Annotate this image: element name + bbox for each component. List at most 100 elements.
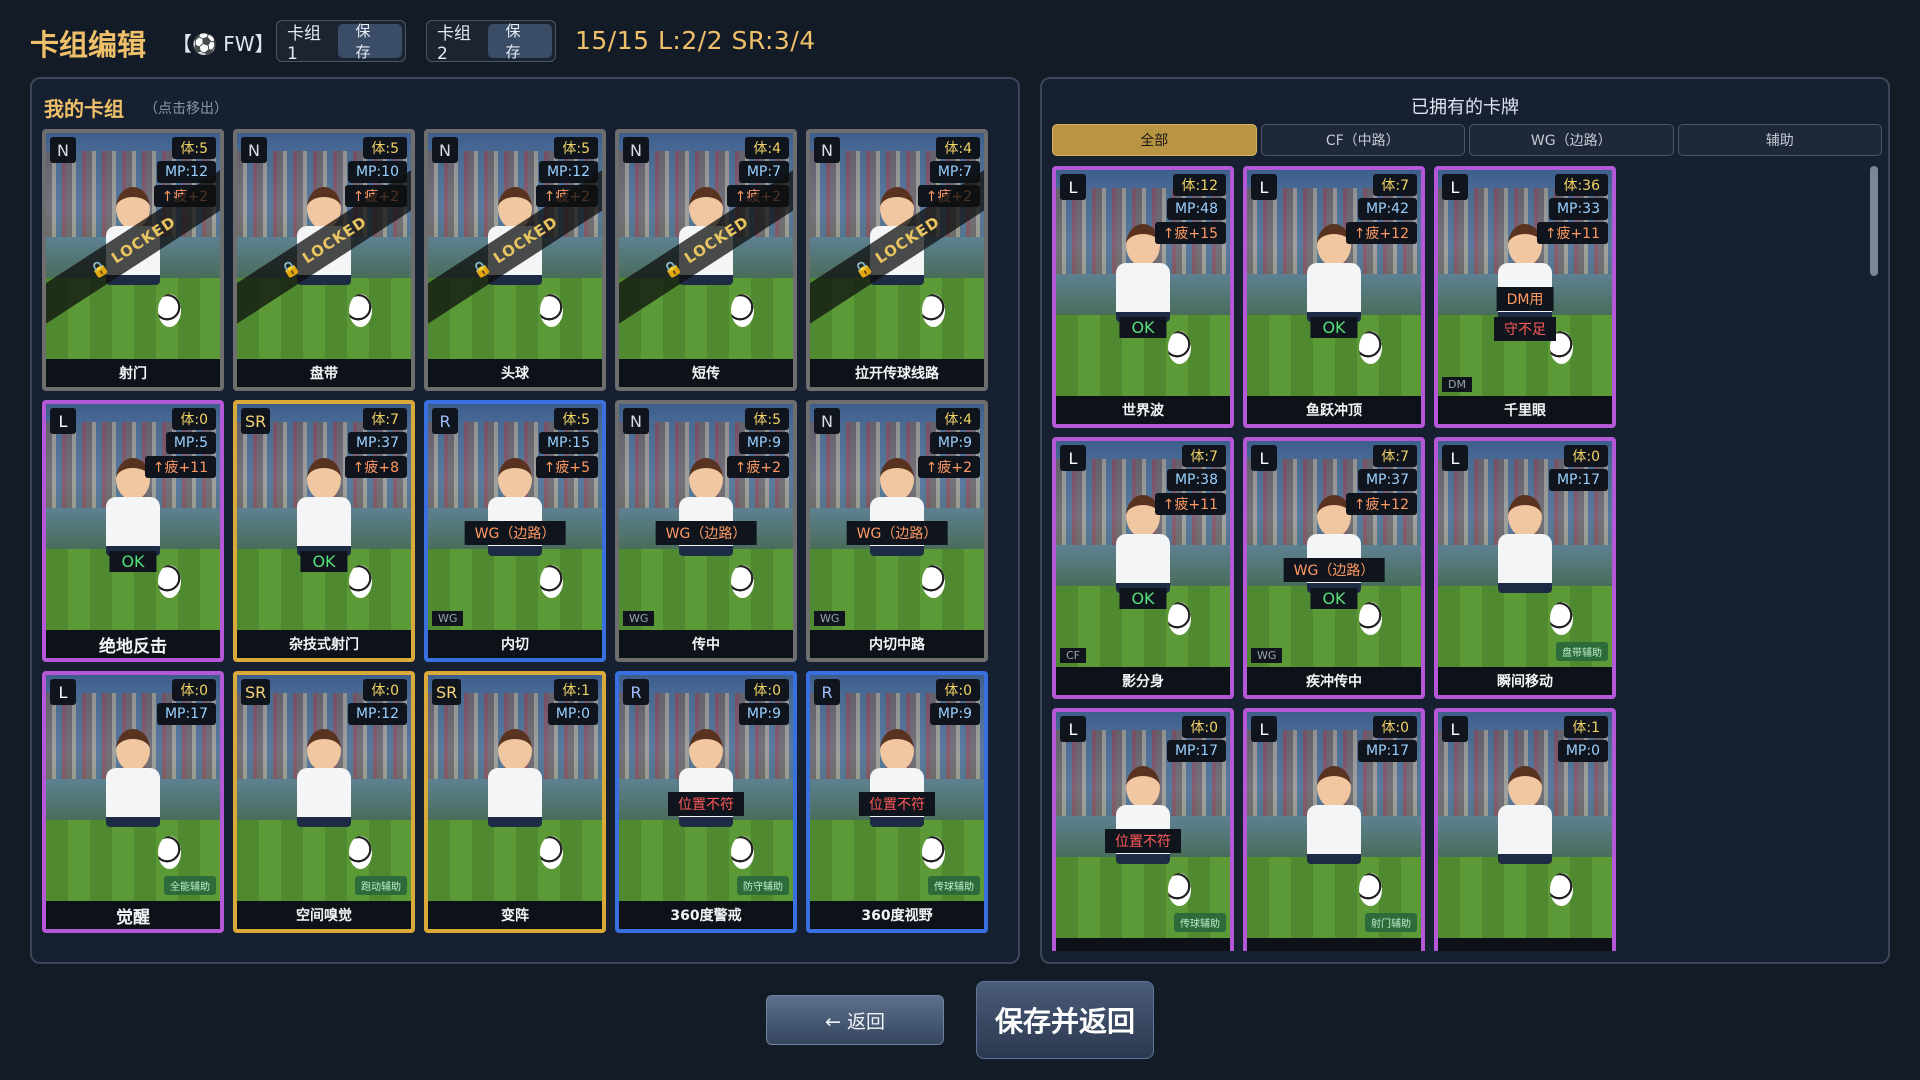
card[interactable]: SR 体:1 MP:0 变阵 (424, 671, 606, 933)
card[interactable]: L 体:0 MP:5 ↑疲+11 OK 绝地反击 (42, 400, 224, 662)
player-head (116, 729, 150, 772)
owned-scrollbar[interactable] (1870, 166, 1878, 276)
card[interactable]: N体:4MP:7↑疲+2🔒 LOCKED短传 (615, 129, 797, 391)
card-name: 杂技式射门 (237, 630, 411, 658)
rarity-badge: L (50, 679, 76, 705)
owned-filter-tabs: 全部 CF（中路） WG（边路） 辅助 (1052, 124, 1882, 156)
fatigue-stat: ↑疲+12 (1345, 222, 1417, 244)
deck-slot-2-label[interactable]: 卡组2 (437, 19, 480, 64)
card[interactable]: SR 体:7 MP:37 ↑疲+8 OK 杂技式射门 (233, 400, 415, 662)
support-badge: 跑动辅助 (355, 876, 407, 895)
card[interactable]: L 体:1 MP:0 (1434, 708, 1616, 951)
my-deck-hint: （点击移出） (144, 101, 228, 117)
card-name: 传中 (619, 630, 793, 658)
fatigue-stat: ↑疲+5 (535, 456, 598, 478)
mp-stat: MP:17 (1166, 740, 1226, 762)
my-deck-title: 我的卡组 (44, 97, 124, 121)
card-name: 盘带 (237, 359, 411, 387)
tab-wg[interactable]: WG（边路） (1469, 124, 1674, 156)
card-name: 觉醒 (46, 901, 220, 929)
card[interactable]: L 体:0 MP:17 全能辅助 觉醒 (42, 671, 224, 933)
card-name: 世界波 (1056, 396, 1230, 424)
card[interactable]: N体:5MP:12↑疲+2🔒 LOCKED射门 (42, 129, 224, 391)
ok-badge: OK (109, 551, 157, 573)
stamina-stat: 体:12 (1173, 174, 1226, 196)
mp-stat: MP:38 (1166, 469, 1226, 491)
card[interactable]: L 体:0 MP:17 盘带辅助 瞬间移动 (1434, 437, 1616, 699)
player-illustration (1483, 495, 1574, 636)
card-name: 瞬间移动 (1438, 667, 1612, 695)
card-name: 内切 (428, 630, 602, 658)
card[interactable]: L 体:12 MP:48 ↑疲+15 OK 世界波 (1052, 166, 1234, 428)
rarity-badge: L (1442, 445, 1468, 471)
deck-slot-2-save-button[interactable]: 保存 (487, 22, 552, 61)
support-badge: 传球辅助 (928, 876, 980, 895)
support-badge: 盘带辅助 (1556, 642, 1608, 661)
player-head (689, 458, 723, 501)
deck-slot-2: 卡组2 保存 (426, 19, 556, 64)
deck-slot-1-save-button[interactable]: 保存 (337, 22, 402, 61)
card-name: 短传 (619, 359, 793, 387)
card[interactable]: L 体:36 MP:33 ↑疲+11 DM用 守不足 DM 千里眼 (1434, 166, 1616, 428)
position-badge: DM (1442, 377, 1472, 392)
stamina-stat: 体:4 (745, 137, 789, 159)
deck-slot-1-label[interactable]: 卡组1 (287, 19, 330, 64)
card[interactable]: N 体:5 MP:9 ↑疲+2 WG（边路） WG 传中 (615, 400, 797, 662)
tab-all[interactable]: 全部 (1052, 124, 1257, 156)
save-and-return-button[interactable]: 保存并返回 (976, 981, 1154, 1059)
warning-tag: 守不足 (1494, 317, 1556, 342)
card[interactable]: L 体:0 MP:17 位置不符 传球辅助 (1052, 708, 1234, 951)
card[interactable]: N体:5MP:10↑疲+2🔒 LOCKED盘带 (233, 129, 415, 391)
card[interactable]: N体:4MP:7↑疲+2🔒 LOCKED拉开传球线路 (806, 129, 988, 391)
card[interactable]: R 体:0 MP:9 位置不符 防守辅助 360度警戒 (615, 671, 797, 933)
tab-support[interactable]: 辅助 (1677, 124, 1882, 156)
fatigue-stat: ↑疲+11 (1536, 222, 1608, 244)
ok-badge: OK (1310, 588, 1358, 610)
card[interactable]: L 体:0 MP:17 射门辅助 (1243, 708, 1425, 951)
position-label: 【⚽ FW】 (172, 32, 275, 56)
mp-stat: MP:17 (1357, 740, 1417, 762)
player-body (488, 768, 542, 828)
player-head (307, 458, 341, 501)
stamina-stat: 体:1 (1564, 716, 1608, 738)
stamina-stat: 体:0 (363, 679, 407, 701)
owned-cards-title: 已拥有的卡牌 (1411, 97, 1519, 118)
mp-stat: MP:12 (347, 703, 407, 725)
stamina-stat: 体:0 (745, 679, 789, 701)
rarity-badge: R (432, 408, 458, 434)
card[interactable]: R 体:0 MP:9 位置不符 传球辅助 360度视野 (806, 671, 988, 933)
rarity-badge: L (1060, 174, 1086, 200)
player-body (1307, 805, 1361, 865)
fatigue-stat: ↑疲+11 (144, 456, 216, 478)
mp-stat: MP:37 (1357, 469, 1417, 491)
card[interactable]: L 体:7 MP:38 ↑疲+11 OK CF 影分身 (1052, 437, 1234, 699)
player-illustration (282, 729, 373, 870)
back-button[interactable]: ← 返回 (766, 995, 944, 1045)
support-badge: 射门辅助 (1365, 913, 1417, 932)
card[interactable]: N 体:4 MP:9 ↑疲+2 WG（边路） WG 内切中路 (806, 400, 988, 662)
support-badge: 传球辅助 (1174, 913, 1226, 932)
card[interactable]: L 体:7 MP:37 ↑疲+12 WG（边路） OK WG 疾冲传中 (1243, 437, 1425, 699)
player-illustration (91, 729, 182, 870)
mp-stat: MP:33 (1548, 198, 1608, 220)
player-head (307, 729, 341, 772)
mp-stat: MP:15 (538, 432, 598, 454)
card[interactable]: N体:5MP:12↑疲+2🔒 LOCKED头球 (424, 129, 606, 391)
player-head (1126, 766, 1160, 809)
card[interactable]: L 体:7 MP:42 ↑疲+12 OK 鱼跃冲顶 (1243, 166, 1425, 428)
card[interactable]: SR 体:0 MP:12 跑动辅助 空间嗅觉 (233, 671, 415, 933)
position-tag: 位置不符 (1105, 828, 1181, 853)
position-tag: WG（边路） (655, 520, 757, 545)
rarity-badge: R (814, 679, 840, 705)
tab-cf[interactable]: CF（中路） (1260, 124, 1465, 156)
rarity-badge: L (1251, 716, 1277, 742)
mp-stat: MP:37 (347, 432, 407, 454)
card[interactable]: R 体:5 MP:15 ↑疲+5 WG（边路） WG 内切 (424, 400, 606, 662)
fatigue-stat: ↑疲+2 (726, 456, 789, 478)
rarity-badge: R (623, 679, 649, 705)
stamina-stat: 体:5 (554, 408, 598, 430)
position-tag: 位置不符 (859, 791, 935, 816)
player-illustration (1483, 766, 1574, 907)
rarity-badge: N (432, 137, 458, 163)
card-name: 头球 (428, 359, 602, 387)
